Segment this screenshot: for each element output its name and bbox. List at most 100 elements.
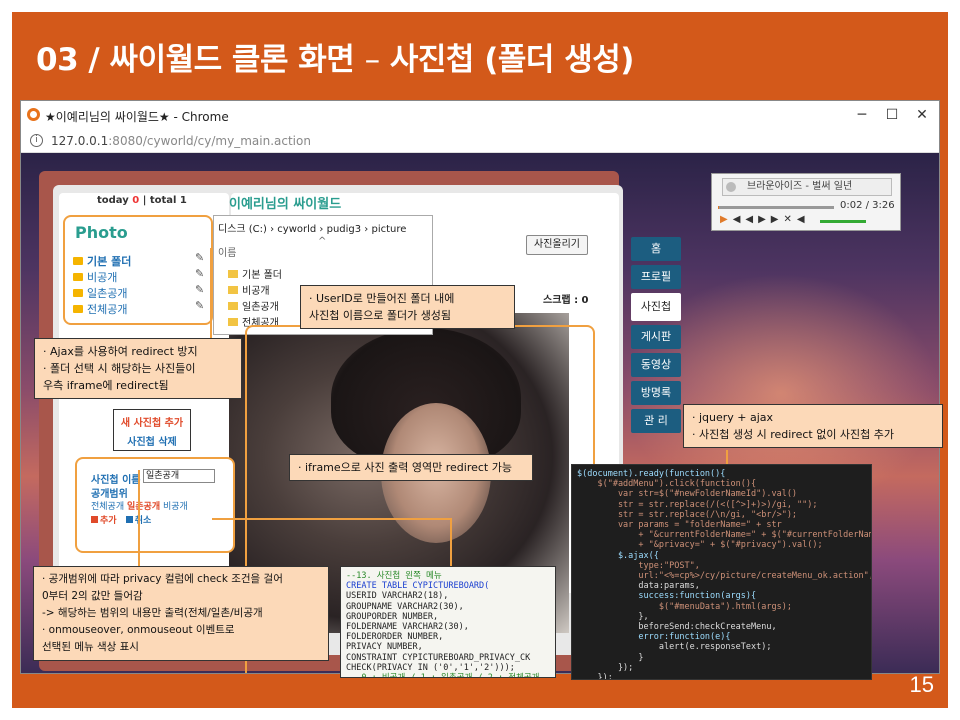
album-name-input[interactable]: 일촌공개 (143, 469, 215, 483)
callout-line: · 폴더 선택 시 해당하는 사진들이 (43, 362, 196, 375)
code-line: CREATE TABLE CYPICTUREBOARD( (346, 581, 490, 592)
next-icon[interactable]: ▶▶ (758, 214, 783, 225)
volume-icon[interactable]: ◀ (797, 214, 810, 225)
code-line: --13. 사진첩 왼쪽 메뉴 (346, 571, 442, 581)
code-line: error:function(e){ (577, 632, 731, 643)
shuffle-icon[interactable]: ✕ (783, 214, 796, 225)
pencil-icon[interactable]: ✎ (195, 299, 204, 312)
callout-line: · UserID로 만들어진 폴더 내에 (309, 292, 455, 305)
folder-item[interactable]: 전체공개 (73, 301, 127, 317)
callout-jquery-ajax: · jquery + ajax · 사진첩 생성 시 redirect 없이 사… (683, 404, 943, 448)
new-album-button[interactable]: 새 사진첩 추가 (114, 414, 190, 429)
add-button[interactable]: 추가 (100, 516, 117, 526)
privacy-option-friends[interactable]: 일촌공개 (127, 502, 160, 512)
code-line: USERID VARCHAR2(18), (346, 591, 449, 602)
title-dash: – (364, 42, 381, 78)
folder-icon (228, 318, 238, 326)
code-line: }); (577, 662, 634, 673)
chrome-icon (27, 108, 40, 121)
tab-profile[interactable]: 프로필 (631, 265, 681, 289)
upload-photo-button[interactable]: 사진올리기 (526, 235, 588, 255)
maximize-button[interactable]: ☐ (877, 104, 907, 126)
folder-icon (73, 273, 83, 281)
explorer-item-label: 비공개 (242, 286, 270, 297)
pencil-icon[interactable]: ✎ (195, 267, 204, 280)
play-icon[interactable]: ▶ (720, 214, 733, 225)
volume-slider[interactable] (820, 220, 866, 223)
url-path: :8080/cyworld/cy/my_main.action (108, 134, 311, 148)
play-time: 0:02 / 3:26 (840, 200, 895, 211)
explorer-item[interactable]: 기본 폴더 (228, 266, 282, 281)
folder-label: 전체공개 (87, 303, 128, 316)
code-line: success:function(args){ (577, 591, 757, 602)
folder-icon (73, 289, 83, 297)
code-line: + "&privacy=" + $("#privacy").val(); (577, 540, 823, 551)
minimize-button[interactable]: ─ (847, 104, 877, 126)
folder-item[interactable]: 비공개 (73, 269, 117, 285)
folder-item[interactable]: 일촌공개 (73, 285, 127, 301)
folder-label: 일촌공개 (87, 287, 128, 300)
tab-guestbook[interactable]: 방명록 (631, 381, 681, 405)
callout-line: 선택된 메뉴 색상 표시 (42, 641, 139, 653)
pencil-icon[interactable]: ✎ (195, 251, 204, 264)
callout-line: -> 해당하는 범위의 내용만 출력(전체/일촌/비공개 (42, 607, 263, 619)
callout-ajax-redirect: · Ajax를 사용하여 redirect 방지 · 폴더 선택 시 해당하는 … (34, 338, 242, 399)
code-line: beforeSend:checkCreateMenu, (577, 622, 777, 633)
explorer-item-label: 일촌공개 (242, 302, 279, 313)
code-line: type:"POST", (577, 560, 700, 571)
privacy-option-all[interactable]: 전체공개 (91, 502, 124, 512)
page-number: 15 (909, 672, 934, 697)
cancel-square-icon (125, 516, 133, 523)
prev-icon[interactable]: ◀◀ (733, 214, 758, 225)
folder-icon (228, 286, 238, 294)
connector-line (138, 470, 140, 570)
close-button[interactable]: ✕ (907, 104, 937, 126)
code-line: $("#addMenu").click(function(){ (577, 479, 757, 490)
explorer-item[interactable]: 비공개 (228, 282, 270, 297)
callout-line: 사진첩 이름으로 폴더가 생성됨 (309, 309, 452, 322)
sort-chevron-icon[interactable]: ^ (318, 236, 326, 247)
code-line: PRIVACY NUMBER, (346, 642, 423, 653)
tab-photo-album[interactable]: 사진첩 (631, 293, 681, 321)
connector-line (210, 248, 212, 338)
window-title: ★이예리님의 싸이월드★ - Chrome (45, 110, 229, 124)
explorer-item[interactable]: 일촌공개 (228, 298, 279, 313)
callout-line: · onmouseover, onmouseout 이벤트로 (42, 624, 235, 636)
url-text[interactable]: 127.0.0.1:8080/cyworld/cy/my_main.action (51, 134, 311, 148)
code-line: data:params, (577, 581, 700, 592)
scrap-count: 스크랩 : 0 (543, 295, 589, 306)
callout-line: 0부터 2의 값만 들어감 (42, 590, 143, 602)
explorer-breadcrumb[interactable]: 디스크 (C:) › cyworld › pudig3 › picture (218, 220, 406, 235)
privacy-option-private[interactable]: 비공개 (163, 502, 188, 512)
info-icon[interactable]: i (30, 134, 43, 147)
code-line: FOLDERORDER NUMBER, (346, 632, 444, 643)
folder-label: 기본 폴더 (87, 255, 132, 268)
code-line: url:"<%=cp%>/cy/picture/createMenu_ok.ac… (577, 571, 872, 582)
tab-board[interactable]: 게시판 (631, 325, 681, 349)
progress-bar[interactable] (718, 206, 834, 209)
address-bar[interactable]: i 127.0.0.1:8080/cyworld/cy/my_main.acti… (21, 129, 939, 153)
window-titlebar: ★이예리님의 싸이월드★ - Chrome ─ ☐ ✕ (21, 101, 939, 129)
code-line: -- 0 : 비공개 / 1 : 일촌공개 / 2 : 전체공개 (346, 673, 550, 677)
code-line: GROUPNAME VARCHAR2(30), (346, 601, 464, 612)
folder-item[interactable]: 기본 폴더 (73, 253, 131, 269)
photo-menu: Photo 기본 폴더 비공개 일촌공개 전체공개 ✎ ✎ ✎ ✎ (63, 215, 213, 325)
tab-admin[interactable]: 관 리 (631, 409, 681, 433)
album-actions: 새 사진첩 추가 사진첩 삭제 (113, 409, 191, 451)
callout-line: · 사진첩 생성 시 redirect 없이 사진첩 추가 (692, 428, 895, 441)
explorer-item-label: 기본 폴더 (242, 270, 282, 281)
today-label: today (97, 195, 133, 206)
code-line: GROUPORDER NUMBER, (346, 611, 439, 622)
tab-video[interactable]: 동영상 (631, 353, 681, 377)
code-line: }, (577, 611, 649, 622)
code-line: }); (577, 673, 613, 680)
code-line: str = str.replace(/(<([^>]+)>)/gi, ""); (577, 499, 818, 510)
explorer-name-header[interactable]: 이름 (218, 244, 236, 259)
tab-home[interactable]: 홈 (631, 237, 681, 261)
delete-album-button[interactable]: 사진첩 삭제 (114, 433, 190, 448)
pencil-icon[interactable]: ✎ (195, 283, 204, 296)
callout-line: · iframe으로 사진 출력 영역만 redirect 가능 (298, 461, 512, 474)
folder-icon (73, 305, 83, 313)
album-name-label: 사진첩 이름 (91, 475, 141, 486)
code-line: $(document).ready(function(){ (577, 469, 726, 479)
